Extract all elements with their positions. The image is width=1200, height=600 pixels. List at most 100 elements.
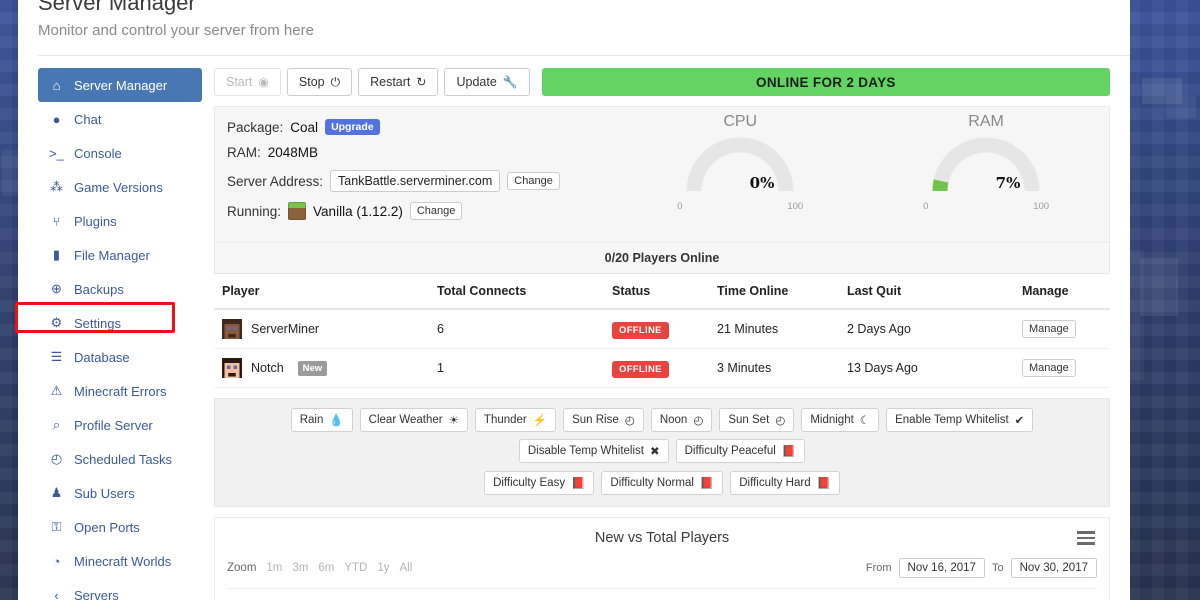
sidebar-item-database[interactable]: ☰ Database xyxy=(38,340,202,374)
server-details: Package: Coal Upgrade RAM: 2048MB Server… xyxy=(215,107,617,242)
command-rain-button[interactable]: Rain 💧 xyxy=(290,408,353,432)
zoom-option-all[interactable]: All xyxy=(400,562,413,574)
sidebar-item-scheduled-tasks[interactable]: ◴ Scheduled Tasks xyxy=(38,442,202,476)
book-icon: 📕 xyxy=(699,478,715,490)
sidebar-item-game-versions[interactable]: ⁂ Game Versions xyxy=(38,170,202,204)
sidebar-item-servers[interactable]: ‹ Servers xyxy=(38,578,202,600)
power-circle-icon: ◉ xyxy=(258,75,269,89)
column-header-time-online: Time Online xyxy=(709,274,839,310)
command-difficulty-peaceful-button[interactable]: Difficulty Peaceful 📕 xyxy=(675,439,806,463)
plug-icon: ⑂ xyxy=(52,213,61,229)
command-noon-button[interactable]: Noon ◴ xyxy=(650,408,713,432)
sidebar-item-chat[interactable]: ● Chat xyxy=(38,102,202,136)
command-midnight-button[interactable]: Midnight ☾ xyxy=(801,408,880,432)
chart-controls: Zoom 1m 3m 6m YTD 1y All From Nov 16, 2017 To… xyxy=(227,558,1097,578)
command-enable-temp-whitelist-button[interactable]: Enable Temp Whitelist ✔ xyxy=(886,408,1034,432)
server-address-label: Server Address: xyxy=(227,173,324,189)
zoom-option-ytd[interactable]: YTD xyxy=(344,562,367,574)
sidebar-item-plugins[interactable]: ⑂ Plugins xyxy=(38,204,202,238)
page-title: Server Manager xyxy=(38,0,196,15)
minecraft-grass-block-icon xyxy=(288,202,307,220)
ram-value: 2048MB xyxy=(267,145,319,160)
sidebar-item-sub-users[interactable]: ♟ Sub Users xyxy=(38,476,202,510)
sidebar-item-label: Console xyxy=(74,145,122,161)
gauge-max-label: 100 xyxy=(1033,201,1050,212)
package-row: Package: Coal Upgrade xyxy=(227,119,617,135)
water-drop-icon: 💧 xyxy=(329,415,344,427)
command-sun-rise-button[interactable]: Sun Rise ◴ xyxy=(563,408,644,432)
sidebar-item-backups[interactable]: ⊕ Backups xyxy=(38,272,202,306)
sidebar-item-label: Open Ports xyxy=(74,519,140,535)
sun-icon: ☀ xyxy=(448,415,459,427)
command-buttons-panel: Rain 💧 Clear Weather ☀ Thunder ⚡ Sun Rise ◴ Noon… xyxy=(214,398,1110,507)
server-address-input[interactable]: TankBattle.serverminer.com xyxy=(330,170,501,192)
gauge-min-label: 0 xyxy=(923,201,929,212)
command-disable-temp-whitelist-button[interactable]: Disable Temp Whitelist ✖ xyxy=(518,439,669,463)
command-difficulty-easy-button[interactable]: Difficulty Easy 📕 xyxy=(484,471,595,495)
sidebar-item-profile-server[interactable]: ⌕ Profile Server xyxy=(38,408,202,442)
restart-button[interactable]: Restart ↻ xyxy=(358,68,439,96)
sidebar-item-open-ports[interactable]: ⚿ Open Ports xyxy=(38,510,202,544)
upgrade-button[interactable]: Upgrade xyxy=(325,119,380,135)
chart-title: New vs Total Players xyxy=(594,530,730,546)
bolt-icon: ⚡ xyxy=(532,415,548,427)
server-address-row: Server Address: TankBattle.serverminer.c… xyxy=(227,170,617,192)
stop-button[interactable]: Stop ⏻ xyxy=(286,68,353,96)
power-icon: ⏻ xyxy=(330,74,341,89)
to-date-input[interactable]: Nov 30, 2017 xyxy=(1010,558,1097,578)
change-address-button[interactable]: Change xyxy=(507,172,560,190)
main-content: Start ◉ Stop ⏻ Restart ↻ Update 🔧 ONLINE… xyxy=(202,68,1130,600)
players-online-summary: 0/20 Players Online xyxy=(214,243,1110,274)
total-connects: 6 xyxy=(429,309,604,349)
sidebar-item-label: Settings xyxy=(74,315,121,331)
sidebar-item-file-manager[interactable]: ▮ File Manager xyxy=(38,238,202,272)
server-control-toolbar: Start ◉ Stop ⏻ Restart ↻ Update 🔧 ONLINE… xyxy=(214,68,1110,96)
start-label: Start xyxy=(226,75,253,89)
hamburger-menu-icon[interactable] xyxy=(1077,528,1095,548)
running-value: Vanilla (1.12.2) xyxy=(313,203,403,219)
update-button[interactable]: Update 🔧 xyxy=(444,68,530,96)
gauge-dial: 0% xyxy=(686,137,794,192)
zoom-option-6m[interactable]: 6m xyxy=(318,562,334,574)
from-label: From xyxy=(865,562,892,574)
ram-label: RAM: xyxy=(227,145,261,160)
from-date-input[interactable]: Nov 16, 2017 xyxy=(898,558,985,578)
to-label: To xyxy=(991,562,1004,574)
file-icon: ▮ xyxy=(52,247,61,262)
command-label: Rain xyxy=(299,414,324,426)
manage-button[interactable]: Manage xyxy=(1022,320,1076,338)
players-table: Player Total Connects Status Time Online Las… xyxy=(214,274,1110,388)
gauge-dial: 7% xyxy=(932,137,1040,192)
page-header: Server Manager Monitor and control your … xyxy=(18,0,1130,39)
command-difficulty-hard-button[interactable]: Difficulty Hard 📕 xyxy=(730,471,840,495)
sidebar-item-minecraft-errors[interactable]: ⚠ Minecraft Errors xyxy=(38,374,202,408)
sidebar-item-settings[interactable]: ⚙ Settings xyxy=(38,306,202,340)
book-icon: 📕 xyxy=(816,478,831,490)
status-badge: ONLINE FOR 2 DAYS xyxy=(541,68,1110,96)
gauge-scale: 0 100 xyxy=(677,201,803,212)
gauge-title: RAM xyxy=(968,113,1004,130)
zoom-option-1m[interactable]: 1m xyxy=(266,562,282,574)
command-clear-weather-button[interactable]: Clear Weather ☀ xyxy=(359,408,468,432)
column-header-total-connects: Total Connects xyxy=(429,274,604,310)
sidebar-item-console[interactable]: >_ Console xyxy=(38,136,202,170)
command-sun-set-button[interactable]: Sun Set ◴ xyxy=(719,408,795,432)
sidebar-item-label: Game Versions xyxy=(74,179,163,195)
world-globe-icon: ◔ xyxy=(52,553,61,569)
zoom-option-1y[interactable]: 1y xyxy=(377,562,389,574)
command-label: Sun Set xyxy=(728,414,770,426)
sidebar-item-minecraft-worlds[interactable]: ◔ Minecraft Worlds xyxy=(38,544,202,578)
change-version-button[interactable]: Change xyxy=(409,202,463,220)
zoom-label: Zoom xyxy=(227,562,257,574)
command-thunder-button[interactable]: Thunder ⚡ xyxy=(474,408,557,432)
chevron-left-icon: ‹ xyxy=(54,587,59,600)
manage-button[interactable]: Manage xyxy=(1022,359,1076,377)
command-difficulty-normal-button[interactable]: Difficulty Normal 📕 xyxy=(601,471,724,495)
start-button[interactable]: Start ◉ xyxy=(214,68,281,96)
avatar xyxy=(222,358,242,378)
sidebar-item-server-manager[interactable]: ⌂ Server Manager xyxy=(38,68,202,102)
book-icon: 📕 xyxy=(571,478,586,490)
terminal-icon: >_ xyxy=(49,145,64,161)
zoom-option-3m[interactable]: 3m xyxy=(292,562,308,574)
column-header-last-quit: Last Quit xyxy=(839,274,1014,310)
